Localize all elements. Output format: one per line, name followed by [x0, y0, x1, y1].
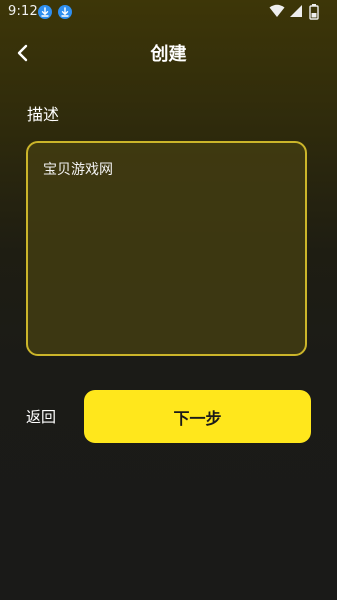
download-icon — [58, 5, 72, 19]
status-bar: 9:12 — [0, 0, 337, 24]
signal-icon — [290, 5, 302, 17]
page-title: 创建 — [150, 44, 187, 65]
next-step-button[interactable]: 下一步 — [84, 390, 311, 443]
status-time: 9:12 — [8, 4, 38, 19]
return-button[interactable]: 返回 — [26, 406, 56, 427]
download-icon — [38, 5, 52, 19]
wifi-icon — [269, 4, 285, 17]
description-input[interactable]: 宝贝游戏网 — [26, 141, 307, 356]
status-icons — [269, 4, 329, 20]
battery-icon — [309, 4, 319, 20]
description-label: 描述 — [27, 105, 60, 124]
